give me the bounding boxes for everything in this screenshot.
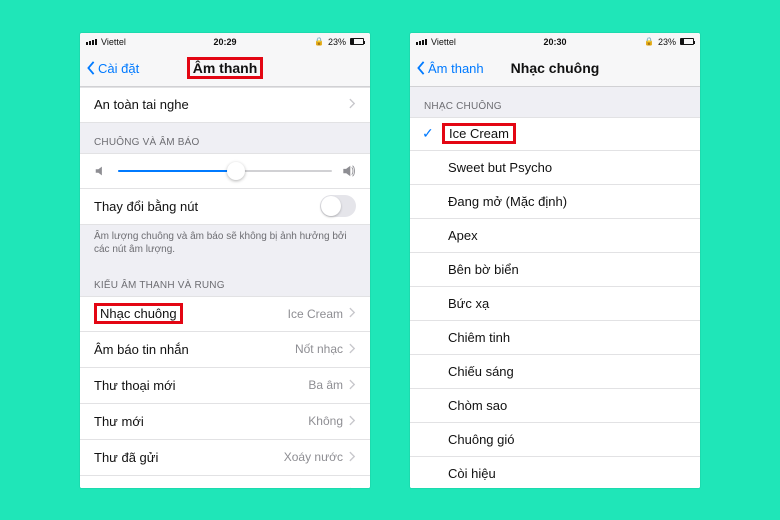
- checkmark-icon: ✓: [422, 125, 434, 142]
- content: An toàn tai nghe CHUÔNG VÀ ÂM BÁO Thay đ…: [80, 87, 370, 488]
- tone-label: Bên bờ biển: [448, 262, 519, 277]
- lock-icon: 🔒: [314, 37, 324, 46]
- row-label: Âm báo tin nhắn: [94, 342, 189, 357]
- slider-track[interactable]: [118, 170, 332, 172]
- row-label: Thư mới: [94, 414, 144, 429]
- group-header-ring: CHUÔNG VÀ ÂM BÁO: [80, 123, 370, 153]
- back-button[interactable]: Cài đặt: [86, 61, 139, 76]
- battery-label: 23%: [328, 37, 346, 47]
- chevron-right-icon: [349, 414, 356, 429]
- row-value: Không: [308, 414, 343, 428]
- page-title: Nhạc chuông: [511, 60, 600, 76]
- group-header-tones: NHẠC CHUÔNG: [410, 87, 700, 117]
- row-ringtone[interactable]: Nhạc chuông Ice Cream: [80, 296, 370, 332]
- row-label: An toàn tai nghe: [94, 97, 189, 112]
- tone-label: Chòm sao: [448, 398, 507, 413]
- row-voicemail[interactable]: Thư thoại mới Ba âm: [80, 368, 370, 404]
- tone-row[interactable]: Chiêm tinh: [410, 321, 700, 355]
- back-label: Cài đặt: [98, 61, 139, 76]
- tone-label: Chiếu sáng: [448, 364, 514, 379]
- tone-label: Apex: [448, 228, 478, 243]
- carrier-label: Viettel: [431, 37, 456, 47]
- chevron-right-icon: [349, 486, 356, 488]
- battery-icon: [680, 38, 694, 45]
- phone-sounds: Viettel 20:29 🔒 23% Cài đặt Âm thanh An …: [80, 33, 370, 488]
- chevron-right-icon: [349, 378, 356, 393]
- chevron-right-icon: [349, 97, 356, 112]
- battery-label: 23%: [658, 37, 676, 47]
- clock: 20:29: [213, 37, 236, 47]
- chevron-left-icon: [86, 61, 96, 75]
- row-value: Đàn dây: [298, 486, 343, 488]
- row-value: Ba âm: [308, 378, 343, 392]
- signal-icon: [416, 39, 427, 45]
- phone-ringtone: Viettel 20:30 🔒 23% Âm thanh Nhạc chuông…: [410, 33, 700, 488]
- tone-row[interactable]: Sweet but Psycho: [410, 151, 700, 185]
- tone-row[interactable]: Bức xạ: [410, 287, 700, 321]
- battery-icon: [350, 38, 364, 45]
- carrier-label: Viettel: [101, 37, 126, 47]
- row-value: Ice Cream: [288, 307, 343, 321]
- row-sent-mail[interactable]: Thư đã gửi Xoáy nước: [80, 440, 370, 476]
- tone-label: Còi hiệu: [448, 466, 496, 481]
- row-change-with-buttons[interactable]: Thay đổi bằng nút: [80, 189, 370, 225]
- row-label: Cảnh báo lịch: [94, 486, 174, 488]
- group-footer: Âm lượng chuông và âm báo sẽ không bị ản…: [80, 225, 370, 266]
- tone-row[interactable]: Đang mở (Mặc định): [410, 185, 700, 219]
- tone-label: Bức xạ: [448, 296, 489, 311]
- tone-label: Ice Cream: [442, 123, 516, 144]
- tone-row[interactable]: Chiếu sáng: [410, 355, 700, 389]
- tone-label: Chiêm tinh: [448, 330, 510, 345]
- row-label: Thư thoại mới: [94, 378, 176, 393]
- nav-bar: Âm thanh Nhạc chuông: [410, 51, 700, 87]
- back-button[interactable]: Âm thanh: [416, 61, 484, 76]
- page-title: Âm thanh: [187, 57, 264, 79]
- group-header-sounds: KIỂU ÂM THANH VÀ RUNG: [80, 266, 370, 296]
- volume-low-icon: [94, 164, 108, 178]
- tone-row-selected[interactable]: ✓ Ice Cream: [410, 117, 700, 151]
- row-calendar[interactable]: Cảnh báo lịch Đàn dây: [80, 476, 370, 488]
- tone-row[interactable]: Apex: [410, 219, 700, 253]
- row-value: Nốt nhạc: [295, 342, 343, 356]
- tone-row[interactable]: Chòm sao: [410, 389, 700, 423]
- row-label: Thư đã gửi: [94, 450, 158, 465]
- status-bar: Viettel 20:29 🔒 23%: [80, 33, 370, 51]
- back-label: Âm thanh: [428, 61, 484, 76]
- tone-row[interactable]: Bên bờ biển: [410, 253, 700, 287]
- chevron-left-icon: [416, 61, 426, 75]
- chevron-right-icon: [349, 342, 356, 357]
- slider-thumb[interactable]: [227, 162, 245, 180]
- nav-bar: Cài đặt Âm thanh: [80, 51, 370, 87]
- tone-row[interactable]: Còi hiệu: [410, 457, 700, 488]
- volume-high-icon: [342, 164, 356, 178]
- row-safety[interactable]: An toàn tai nghe: [80, 87, 370, 123]
- tone-label: Đang mở (Mặc định): [448, 194, 567, 209]
- chevron-right-icon: [349, 450, 356, 465]
- row-text-tone[interactable]: Âm báo tin nhắn Nốt nhạc: [80, 332, 370, 368]
- chevron-right-icon: [349, 306, 356, 321]
- row-label: Thay đổi bằng nút: [94, 199, 198, 214]
- signal-icon: [86, 39, 97, 45]
- row-label: Nhạc chuông: [94, 303, 183, 324]
- tone-row[interactable]: Chuông gió: [410, 423, 700, 457]
- status-bar: Viettel 20:30 🔒 23%: [410, 33, 700, 51]
- tone-label: Chuông gió: [448, 432, 515, 447]
- row-value: Xoáy nước: [284, 450, 343, 464]
- volume-slider[interactable]: [80, 153, 370, 189]
- row-new-mail[interactable]: Thư mới Không: [80, 404, 370, 440]
- tone-label: Sweet but Psycho: [448, 160, 552, 175]
- content: NHẠC CHUÔNG ✓ Ice Cream Sweet but Psycho…: [410, 87, 700, 488]
- toggle-off[interactable]: [320, 195, 356, 217]
- lock-icon: 🔒: [644, 37, 654, 46]
- clock: 20:30: [543, 37, 566, 47]
